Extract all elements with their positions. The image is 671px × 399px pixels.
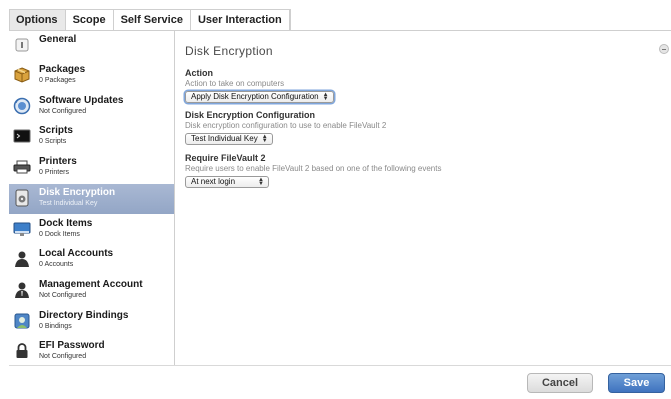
sidebar-item-sublabel: 0 Dock Items xyxy=(39,231,80,238)
config-description: Disk encryption configuration to use to … xyxy=(185,121,387,130)
sidebar-item-packages[interactable]: Packages 0 Packages xyxy=(9,61,174,91)
sidebar: General Packages 0 Packages Software Upd… xyxy=(9,31,175,365)
config-label: Disk Encryption Configuration xyxy=(185,110,316,120)
cancel-button[interactable]: Cancel xyxy=(527,373,593,393)
sidebar-item-disk-encryption[interactable]: Disk Encryption Test Individual Key xyxy=(9,184,174,214)
action-label: Action xyxy=(185,68,213,78)
save-button[interactable]: Save xyxy=(608,373,665,393)
sidebar-item-scripts[interactable]: Scripts 0 Scripts xyxy=(9,122,174,152)
section-title: Disk Encryption xyxy=(185,44,273,58)
sidebar-item-management-account[interactable]: Management Account Not Configured xyxy=(9,276,174,306)
sidebar-item-sublabel: 0 Scripts xyxy=(39,138,67,145)
sidebar-item-label: Directory Bindings xyxy=(39,310,129,321)
tab-scope[interactable]: Scope xyxy=(65,10,114,31)
action-select[interactable]: Apply Disk Encryption Configuration ▲ ▼ xyxy=(185,91,334,103)
user-icon xyxy=(13,250,31,268)
disk-encryption-icon xyxy=(13,189,31,207)
sidebar-item-software-updates[interactable]: Software Updates Not Configured xyxy=(9,92,174,122)
directory-icon xyxy=(13,312,31,330)
sidebar-item-label: Disk Encryption xyxy=(39,187,116,198)
admin-user-icon xyxy=(13,281,31,299)
sidebar-item-general[interactable]: General xyxy=(9,31,174,61)
terminal-icon xyxy=(13,127,31,145)
config-select-value: Test Individual Key xyxy=(191,134,258,143)
lock-icon xyxy=(13,342,31,360)
sidebar-item-label: Management Account xyxy=(39,279,143,290)
sidebar-item-directory-bindings[interactable]: Directory Bindings 0 Bindings xyxy=(9,307,174,337)
sidebar-item-sublabel: 0 Packages xyxy=(39,77,76,84)
printer-icon xyxy=(13,158,31,176)
tab-self-service[interactable]: Self Service xyxy=(113,10,191,31)
sidebar-item-label: Software Updates xyxy=(39,95,124,106)
general-icon xyxy=(13,36,31,54)
filevault-select-value: At next login xyxy=(191,177,236,186)
sidebar-item-label: General xyxy=(39,34,77,45)
config-select[interactable]: Test Individual Key ▲ ▼ xyxy=(185,133,273,145)
sidebar-item-sublabel: Test Individual Key xyxy=(39,200,98,207)
main-panel: Disk Encryption Action Action to take on… xyxy=(176,31,671,365)
sidebar-item-dock-items[interactable]: Dock Items 0 Dock Items xyxy=(9,215,174,245)
sidebar-item-label: EFI Password xyxy=(39,340,105,351)
tab-options[interactable]: Options xyxy=(10,10,66,31)
filevault-label: Require FileVault 2 xyxy=(185,153,266,163)
sidebar-item-printers[interactable]: Printers 0 Printers xyxy=(9,153,174,183)
action-description: Action to take on computers xyxy=(185,79,285,88)
sidebar-item-label: Packages xyxy=(39,64,86,75)
tab-user-interaction[interactable]: User Interaction xyxy=(190,10,290,31)
package-icon xyxy=(13,66,31,84)
sidebar-item-sublabel: 0 Bindings xyxy=(39,323,72,330)
sidebar-item-sublabel: Not Configured xyxy=(39,108,87,115)
sidebar-item-sublabel: 0 Printers xyxy=(39,169,69,176)
sidebar-item-efi-password[interactable]: EFI Password Not Configured xyxy=(9,337,174,367)
action-select-value: Apply Disk Encryption Configuration xyxy=(191,92,319,101)
sidebar-item-label: Dock Items xyxy=(39,218,93,229)
select-arrows-icon: ▲ ▼ xyxy=(258,177,264,187)
sidebar-item-label: Local Accounts xyxy=(39,248,114,259)
footer-divider xyxy=(9,365,671,366)
sidebar-item-sublabel: Not Configured xyxy=(39,353,87,360)
select-arrows-icon: ▲ ▼ xyxy=(322,92,329,102)
collapse-icon[interactable] xyxy=(659,44,669,54)
filevault-description: Require users to enable FileVault 2 base… xyxy=(185,164,442,173)
sidebar-item-label: Printers xyxy=(39,156,77,167)
sidebar-item-sublabel: 0 Accounts xyxy=(39,261,74,268)
sidebar-item-label: Scripts xyxy=(39,125,73,136)
filevault-select[interactable]: At next login ▲ ▼ xyxy=(185,176,269,188)
sidebar-item-sublabel: Not Configured xyxy=(39,292,87,299)
select-arrows-icon: ▲ ▼ xyxy=(261,134,268,144)
dock-icon xyxy=(13,220,31,238)
tab-bar: Options Scope Self Service User Interact… xyxy=(9,9,291,31)
software-update-icon xyxy=(13,97,31,115)
sidebar-item-local-accounts[interactable]: Local Accounts 0 Accounts xyxy=(9,245,174,275)
